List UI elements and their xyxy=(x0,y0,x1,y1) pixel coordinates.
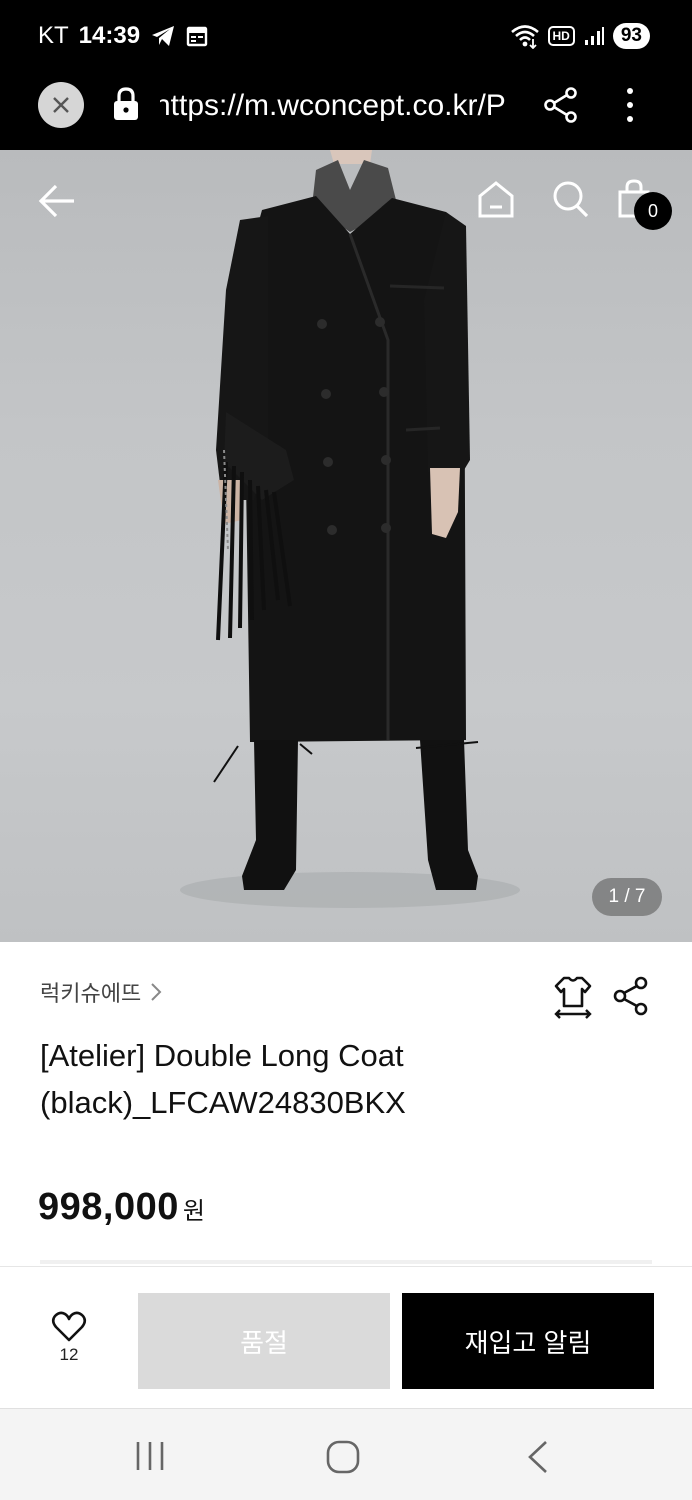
close-icon xyxy=(53,97,69,113)
size-guide-icon[interactable] xyxy=(552,974,594,1020)
more-vert-icon[interactable] xyxy=(616,86,644,124)
url-text[interactable]: https://m.wconcept.co.kr/P xyxy=(160,87,518,125)
product-price: 998,000 xyxy=(38,1186,179,1228)
image-counter: 1 / 7 xyxy=(592,878,662,916)
heart-icon xyxy=(51,1311,87,1342)
carrier-label: KT xyxy=(38,22,69,49)
signal-icon xyxy=(584,27,604,45)
restock-alert-button[interactable]: 재입고 알림 xyxy=(402,1293,654,1389)
calendar-icon xyxy=(186,26,208,47)
status-right: HD 93 xyxy=(510,20,650,52)
product-photo xyxy=(180,150,520,908)
home-icon[interactable] xyxy=(476,178,516,220)
search-icon[interactable] xyxy=(550,178,590,220)
status-left: KT 14:39 xyxy=(38,20,208,52)
back-chevron-icon[interactable] xyxy=(524,1439,552,1475)
wishlist-button[interactable]: 12 xyxy=(38,1311,100,1381)
battery-icon: 93 xyxy=(612,23,650,49)
browser-url-bar: https://m.wconcept.co.kr/P xyxy=(0,70,692,150)
divider xyxy=(40,1260,652,1264)
product-title-line2: (black)_LFCAW24830BKX xyxy=(40,1085,406,1120)
android-nav-bar xyxy=(0,1408,692,1500)
wishlist-count: 12 xyxy=(59,1345,79,1364)
product-title: [Atelier] Double Long Coat (black)_LFCAW… xyxy=(40,1032,640,1126)
bottom-action-bar: 12 품절 재입고 알림 xyxy=(0,1266,692,1408)
price-row: 998,000 원 xyxy=(38,1186,205,1229)
product-image-carousel[interactable]: 0 1 / 7 xyxy=(0,150,692,942)
cart-count-badge: 0 xyxy=(634,192,672,230)
brand-name: 럭키슈에뜨 xyxy=(40,981,142,1006)
screen: KT 14:39 HD 93 https://m.wconcept.co.kr/… xyxy=(0,0,692,1500)
back-arrow-icon[interactable] xyxy=(36,180,78,222)
chevron-right-icon xyxy=(151,983,162,1001)
currency-label: 원 xyxy=(182,1198,205,1225)
wifi-icon xyxy=(510,25,539,49)
recent-apps-icon[interactable] xyxy=(130,1439,170,1473)
close-tab-button[interactable] xyxy=(38,82,84,128)
product-title-line1: [Atelier] Double Long Coat xyxy=(40,1038,404,1073)
brand-link[interactable]: 럭키슈에뜨 xyxy=(40,976,163,1008)
share-icon[interactable] xyxy=(612,976,650,1016)
hd-icon: HD xyxy=(547,26,575,46)
status-bar: KT 14:39 HD 93 xyxy=(0,0,692,70)
lock-icon[interactable] xyxy=(112,86,140,122)
clock: 14:39 xyxy=(78,22,141,49)
telegram-icon xyxy=(152,26,175,46)
home-circle-icon[interactable] xyxy=(324,1439,362,1475)
sold-out-button[interactable]: 품절 xyxy=(138,1293,390,1389)
share-icon[interactable] xyxy=(542,86,580,124)
